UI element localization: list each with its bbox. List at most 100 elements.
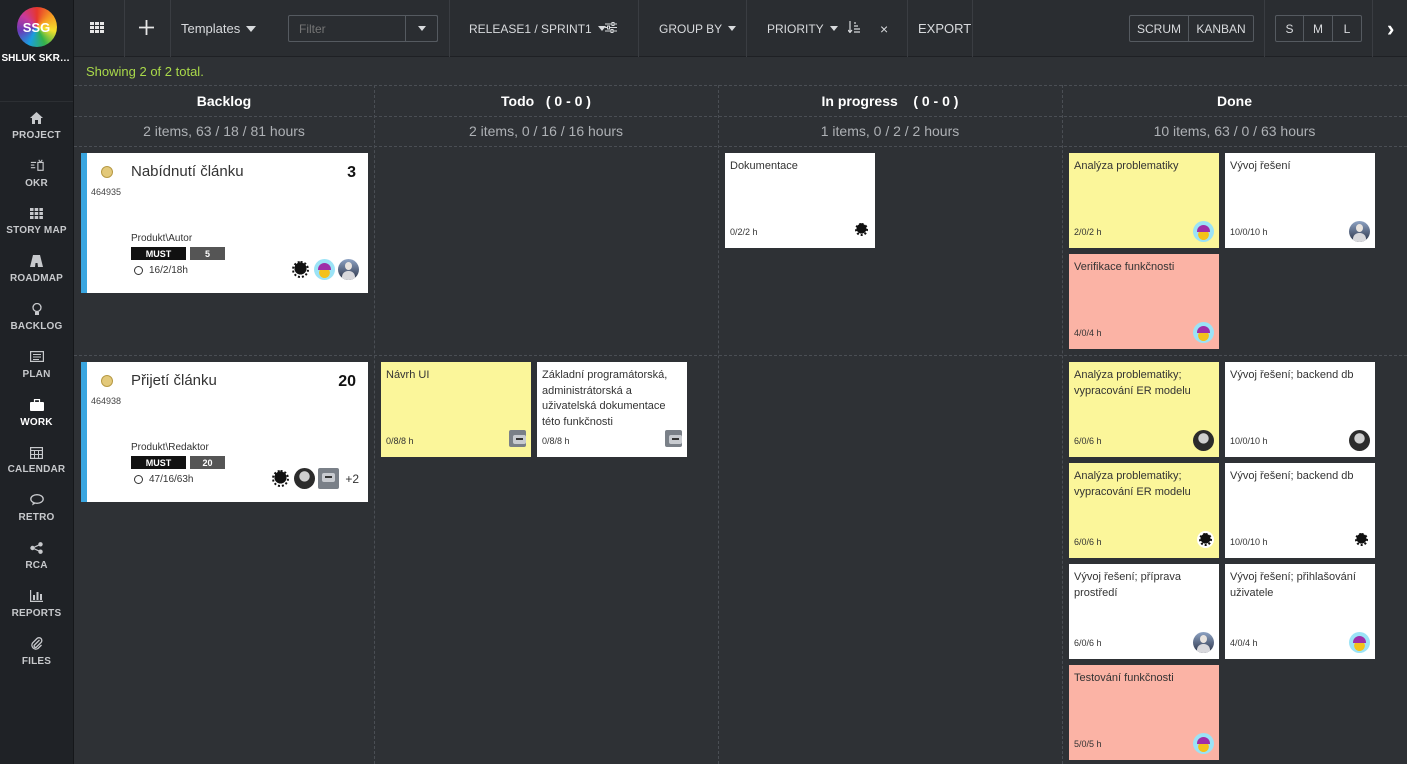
next-arrow-button[interactable]: › [1387,0,1394,57]
task-card[interactable]: Dokumentace 0/2/2 h [725,153,875,248]
share-icon [30,541,44,555]
column-header-backlog: Backlog [196,92,252,109]
avatar[interactable] [1193,221,1214,242]
nav-story-map[interactable]: STORY MAP [0,198,73,246]
story-card[interactable]: 464935 Nabídnutí článku 3 Produkt\Autor … [81,153,368,293]
org-header[interactable]: SSG SHLUK SKROMNÝCH... [0,0,73,102]
task-card[interactable]: Návrh UI 0/8/8 h [381,362,531,457]
nav-label: FILES [21,655,52,667]
clear-sort-button[interactable]: × [880,0,888,57]
size-l-button[interactable]: L [1333,16,1361,41]
toolbar-divider [972,0,973,57]
avatar[interactable] [1349,430,1370,451]
toolbar-divider [1372,0,1373,57]
avatar[interactable] [1193,733,1214,754]
column-summary-backlog: 2 items, 63 / 18 / 81 hours [143,123,305,139]
nav-label: WORK [20,416,53,428]
priority-dropdown[interactable]: PRIORITY [767,0,838,57]
avatar[interactable] [1193,632,1214,653]
avatar[interactable] [1193,430,1214,451]
avatar[interactable] [1193,322,1214,343]
templates-dropdown[interactable]: Templates [181,0,257,57]
nav-label: PLAN [22,368,51,380]
nav-project[interactable]: PROJECT [0,102,73,150]
avatar[interactable] [314,259,335,280]
task-card[interactable]: Testování funkčnosti 5/0/5 h [1069,665,1219,760]
caret-down-icon [728,26,737,31]
kanban-button[interactable]: KANBAN [1189,16,1253,41]
size-s-button[interactable]: S [1276,16,1304,41]
task-card[interactable]: Základní programátorská, administrátorsk… [537,362,687,457]
nav-roadmap[interactable]: ROADMAP [0,245,73,293]
task-card[interactable]: Vývoj řešení 10/0/10 h [1225,153,1375,248]
nav-files[interactable]: FILES [0,628,73,676]
avatar[interactable] [853,221,870,238]
task-card[interactable]: Analýza problematiky; vypracování ER mod… [1069,362,1219,457]
nav-rca[interactable]: RCA [0,532,73,580]
more-assignees[interactable]: +2 [345,472,359,486]
task-card[interactable]: Vývoj řešení; příprava prostředí 6/0/6 h [1069,564,1219,659]
nav-label: REPORTS [11,607,62,619]
priority-label: PRIORITY [767,21,824,36]
column-divider [374,85,375,764]
chart-icon [30,589,44,603]
export-button[interactable]: EXPORT [918,0,971,57]
nav-calendar[interactable]: CALENDAR [0,437,73,485]
avatar[interactable] [318,468,340,489]
group-by-dropdown[interactable]: GROUP BY [659,0,737,57]
nav-backlog[interactable]: BACKLOG [0,293,73,341]
nav-label: PROJECT [12,129,61,141]
task-card[interactable]: Analýza problematiky; vypracování ER mod… [1069,463,1219,558]
avatar[interactable] [338,259,359,280]
caret-down-icon [829,26,838,31]
list-icon [29,350,44,364]
nav-label: RETRO [18,512,55,524]
story-title[interactable]: Nabídnutí článku [131,163,244,180]
avatar[interactable] [290,259,311,280]
nav-retro[interactable]: RETRO [0,484,73,532]
task-card[interactable]: Verifikace funkčnosti 4/0/4 h [1069,254,1219,349]
nav-reports[interactable]: REPORTS [0,580,73,628]
avatar[interactable] [665,430,682,447]
task-card[interactable]: Vývoj řešení; backend db 10/0/10 h [1225,362,1375,457]
story-card[interactable]: 464938 Přijetí článku 20 Produkt\Redakto… [81,362,368,502]
nav-okr[interactable]: OKR [0,150,73,198]
avatar[interactable] [1349,632,1370,653]
avatar[interactable] [1349,221,1370,242]
avatar[interactable] [1353,531,1370,548]
nav-label: ROADMAP [9,273,64,285]
priority-badge: MUST [131,456,186,469]
nav-plan[interactable]: PLAN [0,341,73,389]
org-logo[interactable]: SSG [16,7,57,47]
size-m-button[interactable]: M [1304,16,1333,41]
briefcase-icon [29,398,44,412]
avatar[interactable] [270,468,292,489]
avatar[interactable] [1197,531,1214,548]
add-button[interactable] [139,0,154,57]
okr-icon [30,159,44,173]
avatar[interactable] [509,430,526,447]
results-count: Showing 2 of 2 total. [86,64,204,79]
avatar[interactable] [294,468,316,489]
story-points: 20 [338,373,356,390]
task-card[interactable]: Analýza problematiky 2/0/2 h [1069,153,1219,248]
sprint-settings-button[interactable] [605,0,617,57]
task-card[interactable]: Vývoj řešení; přihlašování uživatele 4/0… [1225,564,1375,659]
story-path: Produkt\Redaktor [131,442,209,453]
task-hours: 0/2/2 h [730,227,758,237]
view-grid-button[interactable] [90,0,104,57]
sprint-selector[interactable]: RELEASE1 / SPRINT1 [469,0,606,57]
calendar-icon [30,445,44,459]
story-title[interactable]: Přijetí článku [131,372,217,389]
toolbar-divider [449,0,450,57]
filter-dropdown-toggle[interactable] [405,15,438,42]
task-title: Analýza problematiky [1074,160,1179,172]
sort-button[interactable] [847,0,860,57]
task-card[interactable]: Vývoj řešení; backend db 10/0/10 h [1225,463,1375,558]
assignees: +2 [270,468,359,489]
toolbar-divider [746,0,747,57]
task-title: Vývoj řešení; příprava prostředí [1074,571,1181,599]
column-header-done: Done [1217,92,1252,109]
nav-work[interactable]: WORK [0,389,73,437]
scrum-button[interactable]: SCRUM [1130,16,1189,41]
